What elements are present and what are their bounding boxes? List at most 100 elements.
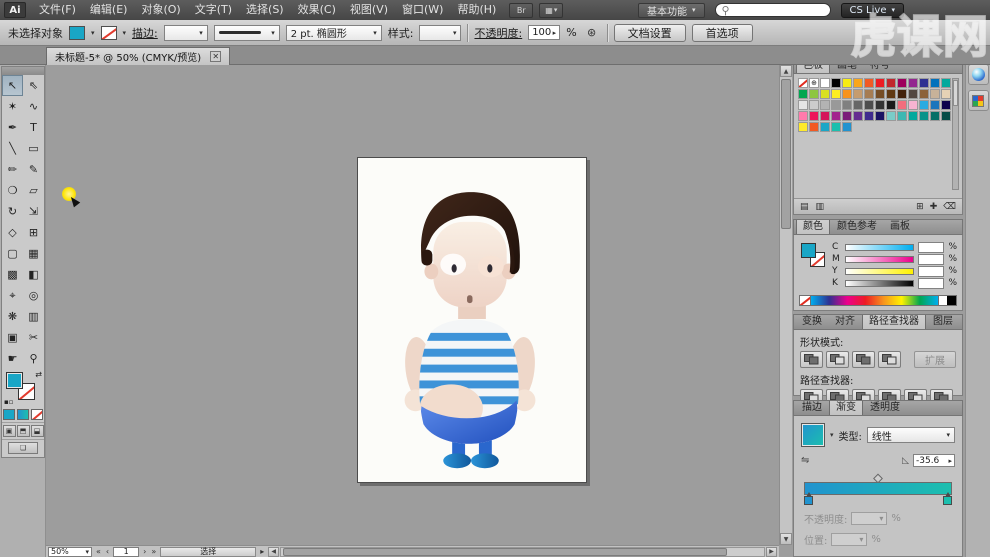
status-flyout-icon[interactable]: ▸ — [259, 547, 265, 556]
swatch[interactable] — [798, 122, 808, 132]
swatch[interactable] — [875, 89, 885, 99]
color-slider-K[interactable] — [845, 280, 914, 287]
swatch[interactable] — [842, 100, 852, 110]
gradient-bar[interactable] — [804, 482, 952, 495]
kuler-icon[interactable] — [968, 90, 989, 111]
tab-描边[interactable]: 描边 — [796, 400, 828, 415]
stroke-weight-combo[interactable]: ▾ — [164, 25, 208, 41]
swatch[interactable] — [820, 89, 830, 99]
hand-tool[interactable]: ☛ — [2, 348, 23, 369]
swatch-scrollbar[interactable] — [952, 78, 959, 190]
swatch[interactable] — [930, 111, 940, 121]
swatch[interactable] — [908, 78, 918, 88]
swatch-scroll-thumb[interactable] — [953, 80, 958, 106]
swatch[interactable] — [809, 100, 819, 110]
white-chip[interactable] — [938, 296, 947, 305]
swatch[interactable] — [831, 100, 841, 110]
swatch[interactable] — [930, 100, 940, 110]
bridge-button[interactable]: Br — [509, 3, 533, 18]
swatch[interactable] — [941, 89, 951, 99]
cs-live-button[interactable]: CS Live▾ — [841, 3, 904, 18]
swatch[interactable] — [853, 78, 863, 88]
channel-value-field-C[interactable] — [918, 242, 944, 253]
opacity-field[interactable]: 100▸ — [528, 25, 560, 40]
new-swatch-group-icon[interactable]: ⊞ — [916, 202, 924, 212]
swatch[interactable] — [886, 89, 896, 99]
swatch[interactable] — [930, 89, 940, 99]
perspective-grid-tool[interactable]: ▦ — [23, 243, 44, 264]
swatch[interactable] — [809, 89, 819, 99]
gradient-stop-left[interactable] — [804, 496, 813, 505]
magic-wand-tool[interactable]: ✶ — [2, 96, 23, 117]
scroll-down-icon[interactable]: ▼ — [780, 533, 792, 545]
stroke-link[interactable]: 描边: — [132, 25, 158, 41]
scroll-up-icon[interactable]: ▲ — [780, 65, 792, 77]
prev-artboard-button[interactable]: ‹ — [105, 547, 110, 556]
tab-图层[interactable]: 图层 — [927, 314, 959, 329]
swatch[interactable] — [820, 78, 830, 88]
eraser-tool[interactable]: ▱ — [23, 180, 44, 201]
tab-渐变[interactable]: 渐变 — [829, 400, 863, 415]
swatch[interactable] — [908, 100, 918, 110]
swatch[interactable] — [886, 111, 896, 121]
color-slider-C[interactable] — [845, 244, 914, 251]
search-input[interactable] — [730, 5, 824, 16]
horizontal-scrollbar[interactable]: ◀ ▶ — [268, 546, 777, 557]
unite-icon[interactable] — [800, 351, 823, 368]
search-box[interactable]: ⚲ — [715, 3, 831, 17]
swatch[interactable] — [941, 100, 951, 110]
none-button[interactable] — [31, 409, 43, 420]
color-slider-M[interactable] — [845, 256, 914, 263]
rectangle-tool[interactable]: ▭ — [23, 138, 44, 159]
artboard-number-field[interactable]: 1 — [113, 547, 139, 557]
stroke-profile-combo[interactable]: ▾ — [214, 25, 280, 41]
swatch[interactable] — [919, 78, 929, 88]
new-swatch-icon[interactable]: ✚ — [930, 202, 938, 212]
swatch[interactable] — [941, 78, 951, 88]
swatch[interactable] — [831, 122, 841, 132]
close-icon[interactable]: ✕ — [210, 51, 221, 62]
paintbrush-tool[interactable]: ✏ — [2, 159, 23, 180]
line-segment-tool[interactable]: ╲ — [2, 138, 23, 159]
tab-画板[interactable]: 画板 — [884, 219, 916, 234]
fill-color-chip[interactable] — [69, 26, 85, 40]
swatch[interactable] — [908, 111, 918, 121]
color-button[interactable] — [3, 409, 15, 420]
horizontal-scroll-thumb[interactable] — [283, 548, 727, 556]
menu-item-view[interactable]: 视图(V) — [343, 0, 395, 20]
swatch[interactable] — [864, 89, 874, 99]
gradient-swat-chip[interactable] — [801, 423, 825, 447]
document-setup-button[interactable]: 文档设置 — [614, 24, 686, 42]
delete-swatch-icon[interactable]: ⌫ — [943, 202, 956, 212]
style-combo[interactable]: ▾ — [419, 25, 461, 41]
workspace-switcher-button[interactable]: 基本功能▾ — [638, 3, 705, 18]
brush-definition-combo[interactable]: 2 pt. 椭圆形▾ — [286, 25, 382, 41]
pencil-tool[interactable]: ✎ — [23, 159, 44, 180]
swatch[interactable] — [853, 111, 863, 121]
rotate-tool[interactable]: ↻ — [2, 201, 23, 222]
swatch[interactable] — [864, 111, 874, 121]
selection-tool[interactable]: ↖ — [2, 75, 23, 96]
tab-路径查找器[interactable]: 路径查找器 — [862, 314, 926, 329]
swatch[interactable] — [820, 100, 830, 110]
minus-front-icon[interactable] — [826, 351, 849, 368]
zoom-tool[interactable]: ⚲ — [23, 348, 44, 369]
menu-item-window[interactable]: 窗口(W) — [395, 0, 450, 20]
tab-变换[interactable]: 变换 — [796, 314, 828, 329]
vertical-scroll-thumb[interactable] — [781, 79, 791, 229]
channel-value-field-M[interactable] — [918, 254, 944, 265]
mesh-tool[interactable]: ▩ — [2, 264, 23, 285]
swatch[interactable] — [886, 78, 896, 88]
stroke-color-chip[interactable] — [101, 26, 117, 40]
slice-tool[interactable]: ✂ — [23, 327, 44, 348]
spectrum-ramp[interactable] — [811, 296, 938, 305]
swatch[interactable] — [842, 111, 852, 121]
swatch[interactable] — [820, 122, 830, 132]
swatch[interactable] — [809, 122, 819, 132]
swatch[interactable] — [875, 111, 885, 121]
pen-tool[interactable]: ✒ — [2, 117, 23, 138]
swatch[interactable] — [831, 111, 841, 121]
scroll-right-icon[interactable]: ▶ — [766, 547, 777, 557]
swatch[interactable] — [809, 111, 819, 121]
default-fill-stroke-icon[interactable]: ▪▫ — [4, 398, 14, 406]
